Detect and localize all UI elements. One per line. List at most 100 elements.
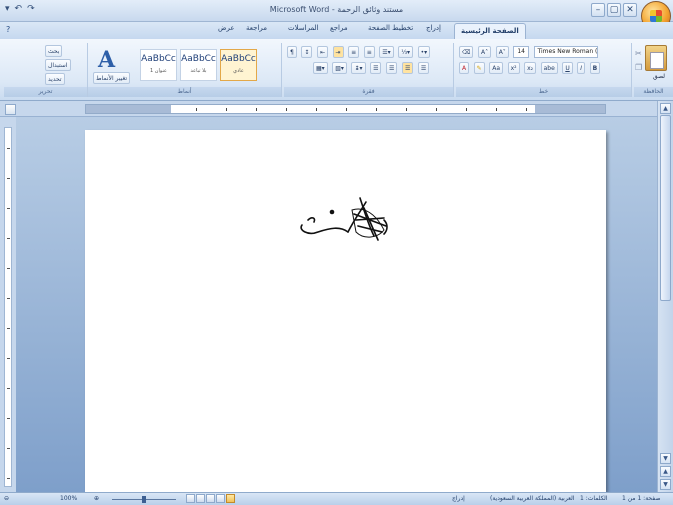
underline-icon[interactable]: U [562, 62, 573, 74]
ruler-margin-left [86, 105, 171, 113]
bullets-icon[interactable]: •▾ [417, 46, 431, 58]
indent-icon[interactable]: ≡ [348, 46, 360, 58]
clipboard-group-label: الحافظة [634, 87, 673, 97]
grow-font-icon[interactable]: A˄ [478, 46, 492, 58]
window-controls: – ▢ ✕ [591, 3, 637, 17]
calligraphy-image[interactable] [294, 190, 394, 250]
outdent-icon[interactable]: ≡ [363, 46, 375, 58]
ribbon-tabs: ? عرض مراجعة المراسلات مراجع تخطيط الصفح… [0, 22, 673, 39]
italic-icon[interactable]: I [577, 62, 586, 74]
web-layout-icon[interactable] [206, 494, 215, 503]
replace-button[interactable]: استبدال [45, 59, 71, 71]
tab-insert[interactable]: إدراج [426, 24, 441, 32]
tab-page-layout[interactable]: تخطيط الصفحة [368, 24, 413, 32]
insert-mode[interactable]: إدراج [452, 495, 465, 502]
close-button[interactable]: ✕ [623, 3, 637, 17]
ltr-icon[interactable]: ⇥ [332, 46, 344, 58]
copy-icon[interactable]: ❐ [635, 63, 642, 72]
help-icon[interactable]: ? [6, 25, 10, 34]
borders-icon[interactable]: ▦▾ [313, 62, 328, 74]
ruler-tick [7, 388, 10, 389]
subscript-icon[interactable]: x₂ [524, 62, 537, 74]
change-case-icon[interactable]: Aa [489, 62, 504, 74]
highlight-icon[interactable]: ✎ [473, 62, 485, 74]
tab-view[interactable]: عرض [218, 24, 235, 32]
vertical-ruler[interactable] [4, 127, 12, 487]
style-heading1[interactable]: AaBbCc عنوان 1 [140, 49, 177, 81]
align-right-icon[interactable]: ☰ [386, 62, 398, 74]
tab-mailings[interactable]: المراسلات [288, 24, 319, 32]
word-count[interactable]: الكلمات: 1 [580, 495, 608, 502]
zoom-slider-knob[interactable] [142, 496, 146, 503]
change-styles-button[interactable]: تغيير الأنماط [93, 72, 131, 84]
font-color-icon[interactable]: A [459, 62, 470, 74]
justify-icon[interactable]: ☰ [370, 62, 382, 74]
multilevel-list-icon[interactable]: ☰▾ [379, 46, 394, 58]
zoom-level[interactable]: 100% [60, 495, 77, 502]
minimize-button[interactable]: – [591, 3, 605, 17]
ruler-tick [406, 108, 407, 111]
next-page-button[interactable]: ▼ [660, 479, 671, 490]
tab-references[interactable]: مراجع [330, 24, 348, 32]
paste-button-label[interactable]: لصق [653, 73, 665, 80]
cut-icon[interactable]: ✂ [635, 49, 642, 58]
clipboard-group: لصق ✂ ❐ الحافظة [634, 43, 673, 97]
ruler-tick [526, 108, 527, 111]
restore-button[interactable]: ▢ [607, 3, 621, 17]
find-button[interactable]: بحث [45, 45, 63, 57]
ruler-tick [7, 328, 10, 329]
calligraphy-dot [329, 209, 335, 215]
paragraph-group: ¶ ↕ ⇤ ⇥ ≡ ≡ ☰▾ ⅓▾ •▾ ▦▾ ▧▾ ↨▾ ☰ ☰ ☰ ☰ فق… [284, 43, 454, 97]
ruler-tick [346, 108, 347, 111]
vertical-scrollbar[interactable]: ▲ ▼ ▲ ▼ [657, 101, 673, 492]
scroll-down-button[interactable]: ▼ [660, 453, 671, 464]
view-buttons [186, 494, 235, 503]
outline-view-icon[interactable] [196, 494, 205, 503]
font-size-field[interactable]: 14 [513, 46, 529, 58]
tab-home[interactable]: الصفحة الرئيسية [454, 23, 526, 39]
font-name-field[interactable]: Times New Roman (عربي) [533, 46, 598, 58]
select-button[interactable]: تحديد [45, 73, 65, 85]
document-page[interactable] [85, 130, 606, 492]
paste-icon[interactable] [645, 45, 667, 71]
numbering-icon[interactable]: ⅓▾ [398, 46, 414, 58]
style-normal[interactable]: AaBbCc عادي [220, 49, 257, 81]
sort-icon[interactable]: ↕ [301, 46, 313, 58]
styles-group: A تغيير الأنماط AaBbCc عنوان 1 AaBbCc بل… [88, 43, 282, 97]
ruler-tick [256, 108, 257, 111]
print-layout-icon[interactable] [226, 494, 235, 503]
horizontal-ruler[interactable] [85, 104, 606, 114]
style-no-spacing[interactable]: AaBbCc بلا تباعد [180, 49, 217, 81]
title-bar: ▾ ↶ ↷ Microsoft Word - مستند وثائق الرحم… [0, 0, 673, 31]
align-center-icon[interactable]: ☰ [401, 62, 414, 74]
shading-icon[interactable]: ▧▾ [332, 62, 347, 74]
align-left-icon[interactable]: ☰ [417, 62, 430, 74]
show-marks-icon[interactable]: ¶ [287, 46, 297, 58]
font-group-label: خط [456, 87, 631, 97]
shrink-font-icon[interactable]: A˅ [495, 46, 509, 58]
line-spacing-icon[interactable]: ↨▾ [351, 62, 366, 74]
window-title: Microsoft Word - مستند وثائق الرحمة [269, 5, 404, 14]
zoom-in-icon[interactable]: ⊕ [94, 495, 99, 502]
prev-page-button[interactable]: ▲ [660, 466, 671, 477]
rtl-icon[interactable]: ⇤ [316, 46, 328, 58]
scroll-up-button[interactable]: ▲ [660, 103, 671, 114]
change-styles-icon[interactable]: A [98, 47, 115, 73]
calligraphy-stroke [307, 217, 316, 223]
draft-view-icon[interactable] [186, 494, 195, 503]
bold-icon[interactable]: B [589, 62, 601, 74]
zoom-out-icon[interactable]: ⊖ [4, 495, 9, 502]
ruler-tick [496, 108, 497, 111]
ruler-tick [316, 108, 317, 111]
full-screen-reading-icon[interactable] [216, 494, 225, 503]
zoom-slider[interactable] [104, 496, 184, 503]
page-indicator[interactable]: صفحة: 1 من 1 [622, 495, 660, 502]
scrollbar-thumb[interactable] [660, 115, 671, 301]
clear-format-icon[interactable]: ⌫ [459, 46, 474, 58]
language-indicator[interactable]: العربية (المملكة العربية السعودية) [490, 495, 575, 502]
superscript-icon[interactable]: x² [507, 62, 520, 74]
calligraphy-stroke [300, 224, 349, 235]
tab-review[interactable]: مراجعة [246, 24, 267, 32]
ruler-toggle-button[interactable] [5, 104, 16, 115]
strikethrough-icon[interactable]: abe [540, 62, 558, 74]
